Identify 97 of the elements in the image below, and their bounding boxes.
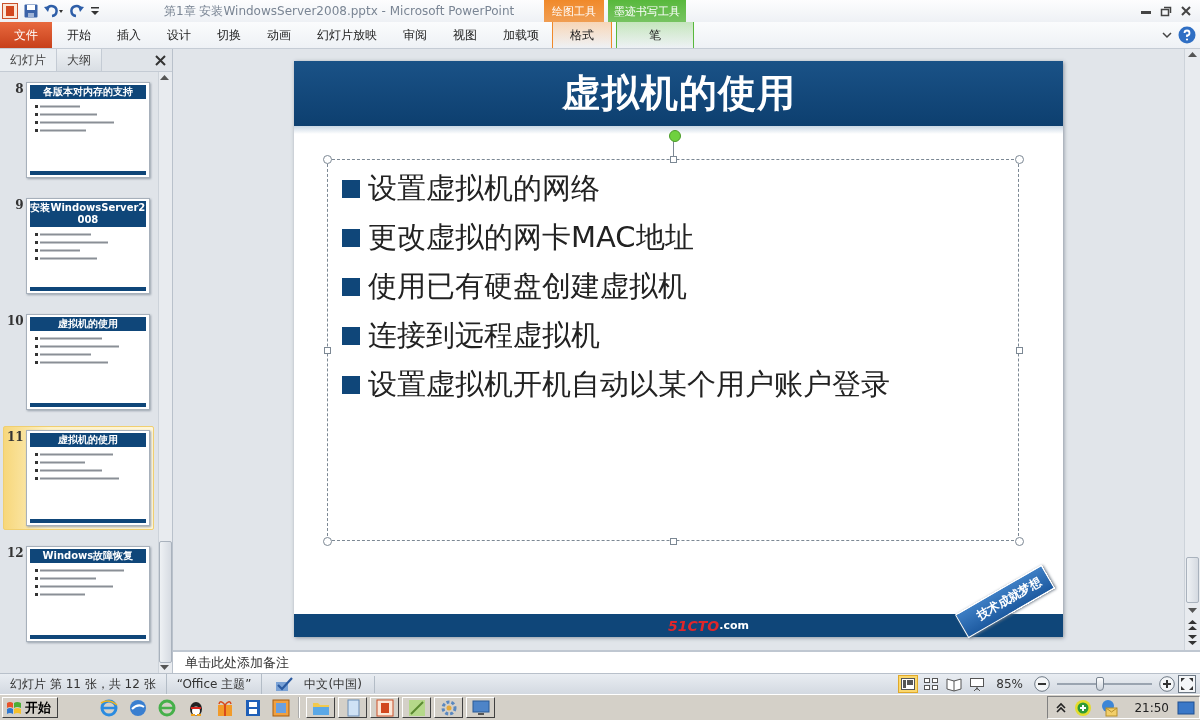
bullet-icon [342, 376, 360, 394]
start-button[interactable]: 开始 [2, 697, 58, 718]
slide-thumbnail-item[interactable]: 10 虚拟机的使用 [3, 310, 154, 414]
footer-logo: 51CTO [668, 617, 720, 634]
slide-number: 12 [6, 546, 25, 562]
ribbon-tab[interactable]: 开始 [54, 22, 104, 48]
app-icon[interactable] [2, 3, 18, 19]
show-desktop-icon[interactable] [1177, 699, 1195, 716]
bullet-text: 使用已有硬盘创建虚拟机 [368, 268, 687, 305]
clock: 21:50 [1134, 700, 1169, 715]
expand-tray-icon[interactable] [1056, 701, 1067, 714]
resize-handle[interactable] [323, 346, 331, 354]
file-tab[interactable]: 文件 [0, 22, 52, 48]
slide-number: 11 [6, 430, 25, 446]
panel-tab[interactable]: 幻灯片 [0, 49, 57, 71]
slide-thumbnail-item[interactable]: 11 虚拟机的使用 [3, 426, 154, 530]
slide-thumbnail[interactable]: 安装WindowsServer2008 [25, 198, 150, 294]
resize-handle[interactable] [1014, 154, 1024, 164]
scrollbar-thumb[interactable] [159, 541, 172, 663]
scroll-up-icon[interactable] [159, 72, 170, 82]
bullet-icon [342, 278, 360, 296]
flag-icon [6, 700, 22, 715]
slide-thumbnail[interactable]: 虚拟机的使用 [25, 430, 150, 526]
slide-thumbnail[interactable]: 各版本对内存的支持 [25, 82, 150, 178]
slide-number: 9 [14, 198, 25, 214]
resize-handle[interactable] [1015, 346, 1023, 354]
bullet-icon [342, 327, 360, 345]
reading-view-icon[interactable] [944, 675, 965, 693]
mail-icon[interactable] [1100, 698, 1119, 717]
context-tab-group: 绘图工具 [544, 0, 604, 22]
gift-box-icon[interactable] [216, 698, 234, 717]
thumbnail-title: Windows故障恢复 [29, 549, 146, 563]
film-strip-icon[interactable] [245, 698, 261, 717]
spelling-check-icon[interactable] [274, 676, 295, 692]
slide-number: 8 [14, 82, 25, 98]
ribbon-tab[interactable]: 设计 [154, 22, 204, 48]
ribbon-tab[interactable]: 审阅 [390, 22, 440, 48]
resize-handle[interactable] [322, 536, 332, 546]
ribbon-tab[interactable]: 格式 [552, 22, 612, 48]
bullet-text: 连接到远程虚拟机 [368, 317, 600, 354]
slider-thumb[interactable] [1095, 677, 1104, 691]
thumbnail-title: 虚拟机的使用 [29, 433, 146, 447]
customize-icon[interactable] [90, 4, 100, 18]
context-tab-group: 墨迹书写工具 [608, 0, 686, 22]
chevron-icon[interactable] [1162, 30, 1172, 40]
resize-handle[interactable] [1014, 536, 1024, 546]
globe-icon[interactable] [129, 698, 147, 717]
scroll-down-icon[interactable] [1187, 606, 1198, 616]
ribbon-tab[interactable]: 加载项 [490, 22, 552, 48]
bullet-icon [342, 229, 360, 247]
close-icon[interactable] [1180, 5, 1192, 17]
presentation-icon[interactable] [375, 698, 394, 717]
scrollbar-thumb[interactable] [1186, 557, 1199, 603]
bullet-text: 更改虚拟的网卡MAC地址 [368, 219, 694, 256]
slide-thumbnail[interactable]: Windows故障恢复 [25, 546, 150, 642]
ribbon-tab[interactable]: 动画 [254, 22, 304, 48]
ribbon-tab[interactable]: 笔 [616, 22, 694, 48]
footer-logo-suffix: .com [719, 619, 749, 632]
slide-thumbnail[interactable]: 虚拟机的使用 [25, 314, 150, 410]
undo-icon[interactable] [44, 4, 64, 18]
monitor-icon[interactable] [471, 698, 490, 717]
ribbon-tab[interactable]: 切换 [204, 22, 254, 48]
close-icon[interactable] [155, 54, 166, 66]
zoom-level[interactable]: 85% [996, 677, 1023, 691]
normal-view-icon[interactable] [898, 675, 919, 693]
window-title: 第1章 安装WindowsServer2008.pptx - Microsoft PowerPoint [164, 2, 516, 20]
slide-thumbnail-item[interactable]: 9 安装WindowsServer2008 [3, 194, 154, 298]
bullet-icon [342, 180, 360, 198]
redo-icon[interactable] [70, 4, 84, 18]
slide-thumbnail-item[interactable]: 12 Windows故障恢复 [3, 542, 154, 646]
save-icon[interactable] [24, 4, 38, 18]
help-icon[interactable] [1178, 26, 1196, 44]
thumbnail-title: 虚拟机的使用 [29, 317, 146, 331]
thumbnail-title: 安装WindowsServer2008 [29, 201, 146, 227]
language-label[interactable]: 中文(中国) [304, 675, 362, 693]
resize-handle[interactable] [669, 537, 677, 545]
bullet-text: 设置虚拟机开机自动以某个用户账户登录 [368, 366, 890, 403]
fit-window-icon[interactable] [1178, 675, 1196, 693]
slide-thumbnail-item[interactable]: 8 各版本对内存的支持 [3, 78, 154, 182]
ribbon-tab[interactable]: 插入 [104, 22, 154, 48]
restore-icon[interactable] [1160, 5, 1172, 17]
ribbon-tab[interactable]: 幻灯片放映 [304, 22, 390, 48]
bullet-text: 设置虚拟机的网络 [368, 170, 600, 207]
plus-circle-icon[interactable] [1074, 698, 1093, 717]
resize-handle[interactable] [322, 154, 332, 164]
slide-title: 虚拟机的使用 [294, 61, 1063, 126]
next-slide-icon[interactable] [1187, 634, 1198, 646]
panel-tab[interactable]: 大纲 [57, 49, 102, 71]
zoom-out-icon[interactable] [1034, 676, 1050, 692]
ribbon-tab[interactable]: 视图 [440, 22, 490, 48]
zoom-in-icon[interactable] [1159, 676, 1175, 692]
notes-field[interactable]: 单击此处添加备注 [173, 650, 1200, 673]
slide-number: 10 [6, 314, 25, 330]
previous-slide-icon[interactable] [1187, 619, 1198, 631]
thumbnail-title: 各版本对内存的支持 [29, 85, 146, 99]
text-placeholder[interactable]: 设置虚拟机的网络 更改虚拟的网卡MAC地址 使用已有硬盘创建虚拟机 连接到远程虚拟机 设置虚拟机开机自动以某个用户账户登录 [327, 159, 1019, 541]
resize-handle[interactable] [669, 155, 677, 163]
